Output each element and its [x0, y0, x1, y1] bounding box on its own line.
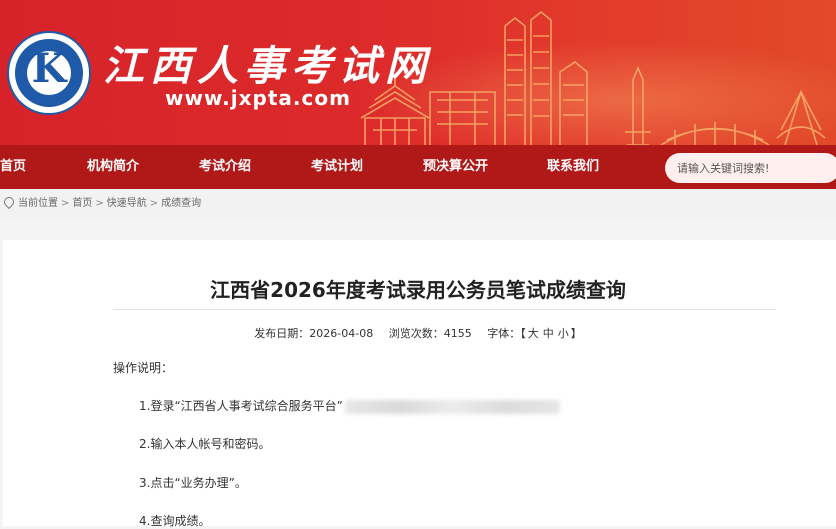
- breadcrumb: 当前位置 > 首页 > 快速导航 > 成绩查询: [0, 189, 836, 219]
- view-count-label: 浏览次数：: [388, 327, 444, 340]
- step-2: 2.输入本人帐号和密码。: [139, 437, 271, 451]
- nav-item-contact[interactable]: 联系我们: [547, 145, 599, 189]
- title-divider: [113, 309, 776, 310]
- view-count-value: 4155: [443, 327, 472, 340]
- font-size-bracket-close: 】: [570, 327, 582, 340]
- font-size-medium-button[interactable]: 中: [543, 327, 554, 340]
- publish-date-label: 发布日期：: [254, 327, 310, 340]
- font-size-selector: 字体：【大中小】: [487, 327, 582, 340]
- breadcrumb-link-score-query[interactable]: 成绩查询: [161, 198, 201, 209]
- publish-date-value: 2026-04-08: [309, 327, 374, 340]
- search-box: [665, 153, 836, 183]
- breadcrumb-separator: >: [149, 198, 159, 209]
- nav-item-home[interactable]: 首页: [0, 145, 26, 189]
- breadcrumb-separator: >: [95, 198, 104, 209]
- publish-date: 发布日期：2026-04-08: [254, 327, 373, 340]
- breadcrumb-link-home[interactable]: 首页: [72, 198, 92, 209]
- site-url: www.jxpta.com: [165, 86, 351, 110]
- breadcrumb-separator: >: [61, 198, 70, 209]
- location-pin-icon: [1, 194, 17, 210]
- site-logo[interactable]: K: [7, 31, 91, 115]
- article-meta: 发布日期：2026-04-08 浏览次数：4155 字体：【大中小】: [0, 325, 836, 341]
- font-size-bracket-open: 【: [520, 327, 526, 340]
- redacted-link: [344, 399, 560, 414]
- font-size-small-button[interactable]: 小: [558, 327, 569, 340]
- search-input[interactable]: [665, 153, 836, 183]
- step-1: 1.登录“江西省人事考试综合服务平台”: [139, 397, 560, 414]
- instructions-heading: 操作说明：: [113, 361, 174, 375]
- nav-item-exam-plan[interactable]: 考试计划: [311, 145, 363, 189]
- step-3: 3.点击“业务办理”。: [139, 476, 247, 490]
- step-1-text: 1.登录“江西省人事考试综合服务平台”: [139, 399, 343, 413]
- view-count: 浏览次数：4155: [389, 327, 472, 340]
- nav-item-exam-intro[interactable]: 考试介绍: [199, 145, 251, 189]
- font-size-label: 字体：: [487, 327, 521, 340]
- site-title: 江西人事考试网: [103, 42, 432, 90]
- step-4: 4.查询成绩。: [139, 514, 211, 528]
- logo-emblem-icon: K: [31, 45, 67, 92]
- font-size-large-button[interactable]: 大: [528, 327, 539, 340]
- site-banner: K 江西人事考试网 www.jxpta.com: [0, 0, 836, 145]
- nav-item-budget[interactable]: 预决算公开: [423, 145, 488, 189]
- breadcrumb-prefix: 当前位置: [18, 198, 58, 209]
- breadcrumb-link-quick-nav[interactable]: 快速导航: [107, 198, 147, 209]
- article-title: 江西省2026年度考试录用公务员笔试成绩查询: [210, 278, 626, 302]
- nav-item-about[interactable]: 机构简介: [87, 145, 139, 189]
